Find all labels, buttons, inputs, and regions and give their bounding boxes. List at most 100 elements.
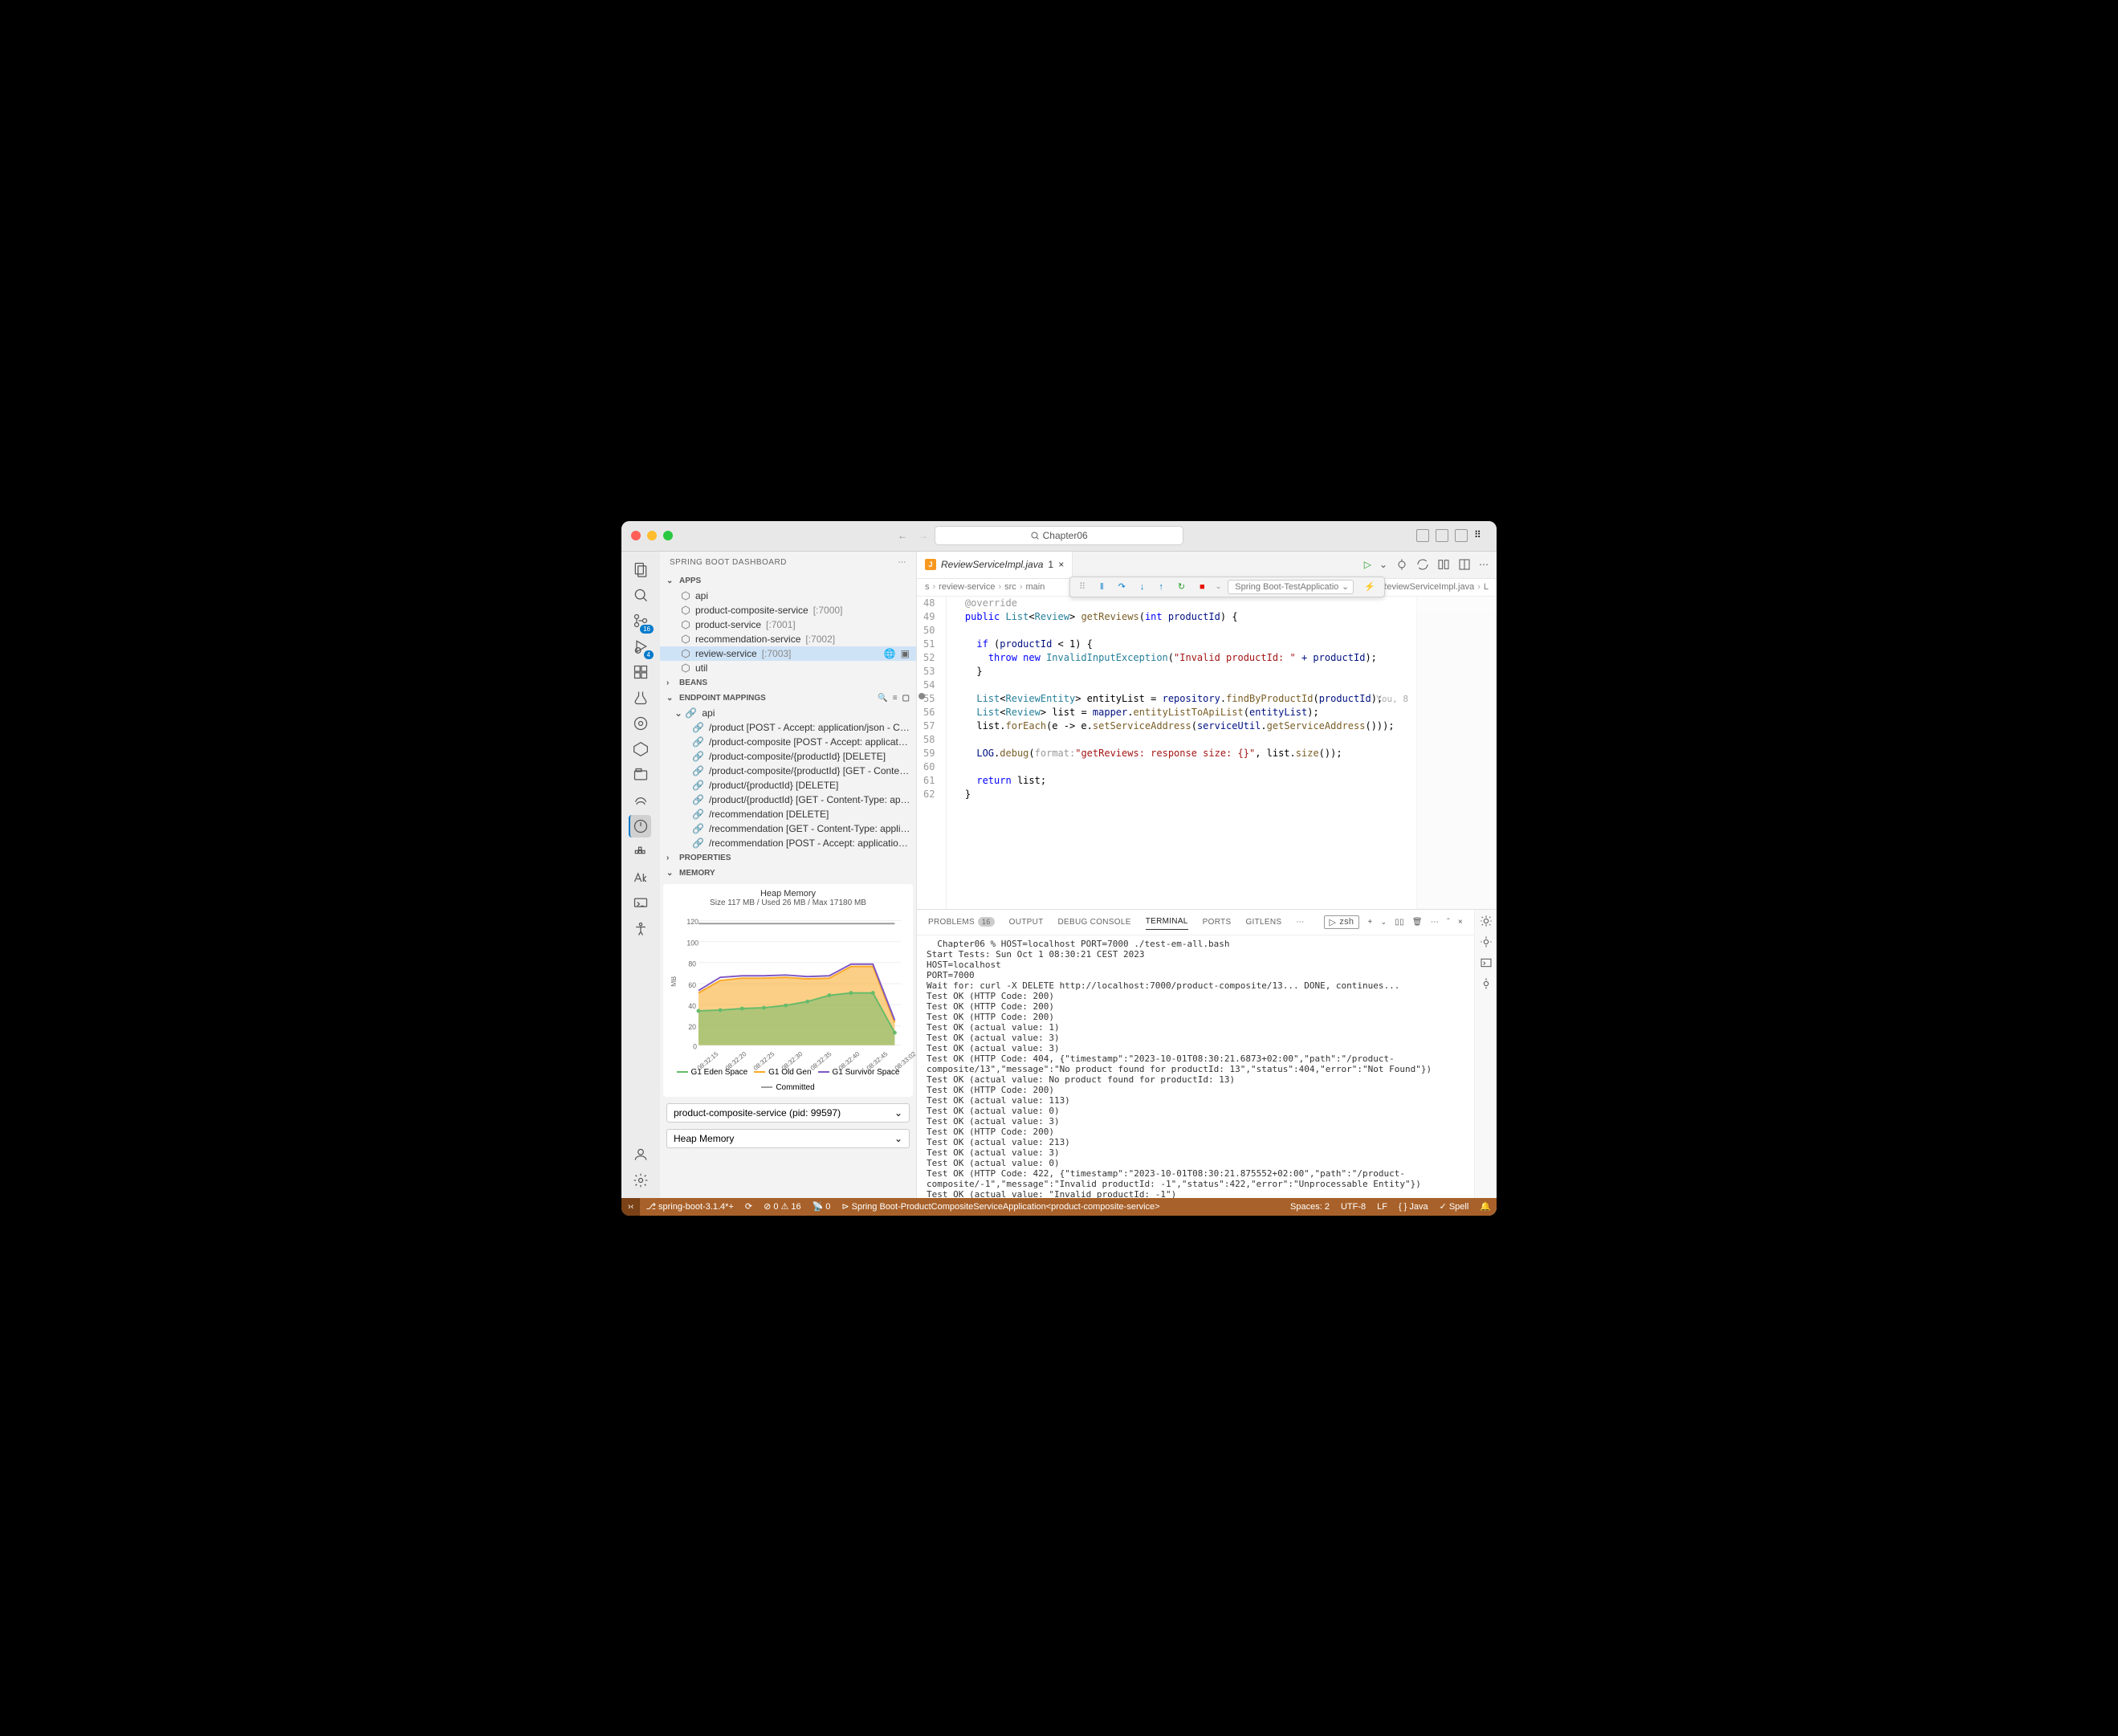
account-icon[interactable] — [629, 1143, 652, 1166]
panel-bottom-icon[interactable] — [1436, 529, 1448, 542]
endpoint-item[interactable]: 🔗 /recommendation [DELETE] — [660, 807, 916, 821]
hot-reload-icon[interactable]: ⚡ — [1360, 580, 1379, 593]
app-item[interactable]: product-service [:7001] — [660, 617, 916, 632]
endpoint-item[interactable]: 🔗 /product-composite/{productId} [GET - … — [660, 764, 916, 778]
spring-boot-dashboard-icon[interactable] — [629, 815, 651, 837]
tab-gitlens[interactable]: GITLENS — [1245, 915, 1281, 930]
accessibility-icon[interactable] — [629, 918, 652, 940]
drag-handle-icon[interactable]: ⠿ — [1075, 580, 1090, 593]
restart-icon[interactable]: ↻ — [1174, 580, 1189, 593]
section-beans[interactable]: ›BEANS — [660, 675, 916, 691]
nav-forward-icon[interactable]: → — [918, 530, 928, 541]
encoding-indicator[interactable]: UTF-8 — [1335, 1202, 1371, 1212]
spell-indicator[interactable]: ✓ Spell — [1434, 1201, 1475, 1212]
language-indicator[interactable]: { } Java — [1393, 1202, 1434, 1212]
more-icon[interactable]: ⋯ — [1296, 918, 1304, 927]
tab-output[interactable]: OUTPUT — [1009, 915, 1044, 930]
debug-restart-icon[interactable] — [1395, 558, 1408, 571]
split-terminal-icon[interactable]: ▯▯ — [1395, 918, 1404, 927]
problems-indicator[interactable]: ⊘ 0 ⚠ 16 — [758, 1201, 806, 1212]
gradle-icon[interactable] — [629, 789, 652, 812]
notifications-icon[interactable]: 🔔 — [1474, 1201, 1497, 1212]
stop-icon[interactable]: ■ — [1195, 581, 1209, 593]
app-item[interactable]: product-composite-service [:7000] — [660, 603, 916, 617]
globe-icon[interactable]: 🌐 — [884, 648, 896, 659]
java-projects-icon[interactable] — [629, 738, 652, 760]
debug-console-icon[interactable] — [1480, 956, 1493, 969]
run-dropdown-icon[interactable]: ⌄ — [1379, 559, 1387, 570]
step-out-icon[interactable]: ↑ — [1155, 581, 1167, 593]
zoom-window[interactable] — [663, 531, 673, 540]
section-properties[interactable]: ›PROPERTIES — [660, 850, 916, 866]
endpoint-item[interactable]: 🔗 /product-composite/{productId} [DELETE… — [660, 749, 916, 764]
endpoint-item[interactable]: 🔗 /product/{productId} [GET - Content-Ty… — [660, 793, 916, 807]
search-icon[interactable]: 🔍 — [878, 694, 887, 703]
process-select[interactable]: product-composite-service (pid: 99597)⌄ — [666, 1103, 910, 1123]
filter-icon[interactable]: ≡ — [893, 694, 898, 703]
extensions-icon[interactable] — [629, 661, 652, 683]
tab-problems[interactable]: PROBLEMS16 — [928, 914, 995, 930]
run-debug-icon[interactable]: 4 — [629, 635, 652, 658]
new-panel-icon[interactable]: ▢ — [902, 694, 910, 703]
debug-icon[interactable] — [1480, 935, 1493, 948]
app-item[interactable]: review-service [:7003]🌐▣ — [660, 646, 916, 661]
command-center[interactable]: Chapter06 — [935, 526, 1183, 545]
shell-selector[interactable]: ▷ zsh — [1324, 915, 1360, 929]
nav-back-icon[interactable]: ← — [898, 530, 907, 541]
remote-indicator[interactable]: ›‹ — [621, 1198, 640, 1216]
endpoint-item[interactable]: 🔗 /product/{productId} [DELETE] — [660, 778, 916, 793]
section-endpoint-mappings[interactable]: ⌄ENDPOINT MAPPINGS 🔍 ≡ ▢ — [660, 691, 916, 706]
compare-icon[interactable] — [1437, 558, 1450, 571]
panel-left-icon[interactable] — [1416, 529, 1429, 542]
more-icon[interactable]: ⋯ — [1431, 918, 1439, 927]
new-terminal-icon[interactable]: + — [1367, 918, 1372, 927]
testing-icon[interactable] — [629, 687, 652, 709]
breadcrumb[interactable]: s› review-service› src› main JReviewServ… — [917, 579, 1497, 597]
debug-icon[interactable] — [1480, 977, 1493, 990]
explorer-icon[interactable] — [629, 558, 652, 581]
folders-icon[interactable] — [629, 764, 652, 786]
source-control-icon[interactable]: 16 — [629, 609, 652, 632]
refresh-icon[interactable] — [1416, 558, 1429, 571]
api-node[interactable]: ⌄ 🔗 api — [660, 706, 916, 720]
panel-right-icon[interactable] — [1455, 529, 1468, 542]
run-icon[interactable]: ▷ — [1364, 559, 1371, 570]
layout-customize-icon[interactable]: ⠿ — [1474, 529, 1487, 542]
code-editor[interactable]: 484950515253545556575859606162 @override… — [917, 597, 1497, 909]
tab-terminal[interactable]: TERMINAL — [1146, 914, 1188, 930]
editor-tab[interactable]: J ReviewServiceImpl.java 1 × — [917, 552, 1073, 579]
debug-target[interactable]: ⊳ Spring Boot-ProductCompositeServiceApp… — [836, 1201, 1165, 1212]
remote-icon[interactable] — [629, 892, 652, 915]
pause-icon[interactable]: ‖ — [1096, 581, 1108, 593]
memory-type-select[interactable]: Heap Memory⌄ — [666, 1129, 910, 1148]
close-panel-icon[interactable]: × — [1458, 918, 1463, 927]
docker-icon[interactable] — [629, 841, 652, 863]
eol-indicator[interactable]: LF — [1371, 1202, 1393, 1212]
terminal-output[interactable]: Chapter06 % HOST=localhost PORT=7000 ./t… — [917, 935, 1474, 1198]
step-into-icon[interactable]: ↓ — [1136, 581, 1149, 593]
endpoint-item[interactable]: 🔗 /recommendation [POST - Accept: applic… — [660, 836, 916, 850]
settings-gear-icon[interactable] — [629, 1169, 652, 1192]
aws-icon[interactable] — [629, 866, 652, 889]
lens-icon[interactable] — [629, 712, 652, 735]
more-icon[interactable]: ⋯ — [1479, 559, 1489, 570]
endpoint-item[interactable]: 🔗 /recommendation [GET - Content-Type: a… — [660, 821, 916, 836]
split-icon[interactable] — [1458, 558, 1471, 571]
app-item[interactable]: api — [660, 589, 916, 603]
ports-indicator[interactable]: 📡 0 — [807, 1201, 837, 1212]
maximize-panel-icon[interactable]: ˆ — [1447, 918, 1450, 927]
endpoint-item[interactable]: 🔗 /product-composite [POST - Accept: app… — [660, 735, 916, 749]
stop-icon[interactable]: ▣ — [901, 648, 910, 659]
breakpoint-indicator[interactable] — [918, 693, 925, 699]
debug-icon[interactable] — [1480, 915, 1493, 927]
minimize-window[interactable] — [647, 531, 657, 540]
app-item[interactable]: util — [660, 661, 916, 675]
step-over-icon[interactable]: ↷ — [1114, 580, 1130, 593]
tab-close-icon[interactable]: × — [1058, 559, 1064, 570]
search-icon[interactable] — [629, 584, 652, 606]
section-apps[interactable]: ⌄APPS — [660, 573, 916, 589]
minimap[interactable] — [1416, 597, 1497, 909]
section-memory[interactable]: ⌄MEMORY — [660, 866, 916, 881]
tab-ports[interactable]: PORTS — [1203, 915, 1232, 930]
close-window[interactable] — [631, 531, 641, 540]
